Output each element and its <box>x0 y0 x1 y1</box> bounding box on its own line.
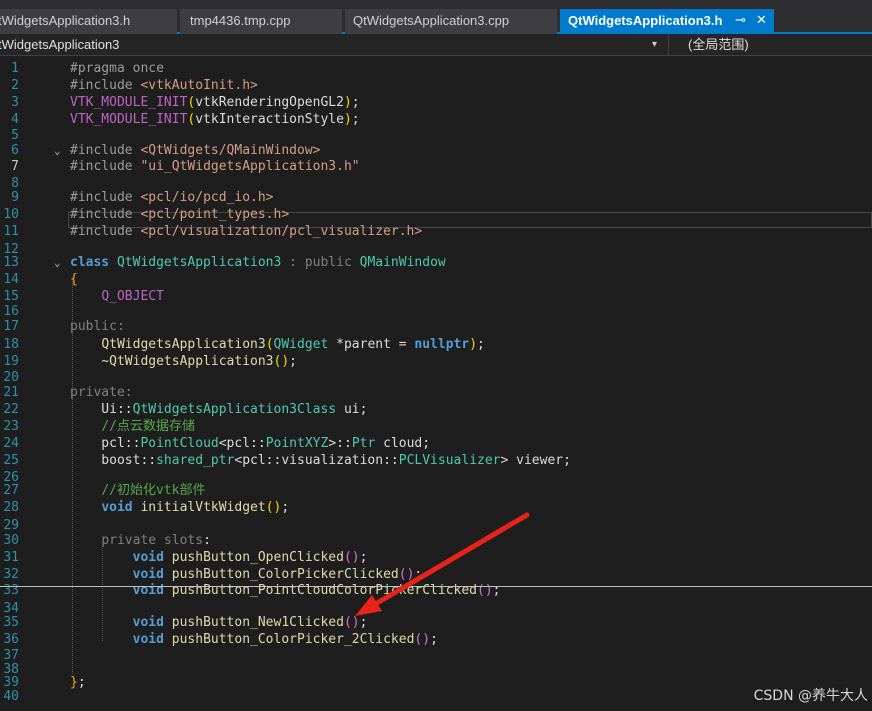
annotation-arrow <box>355 512 530 616</box>
watermark: CSDN @养牛大人 <box>753 688 868 704</box>
arrow-head <box>355 595 382 616</box>
arrow-shaft <box>369 512 530 609</box>
